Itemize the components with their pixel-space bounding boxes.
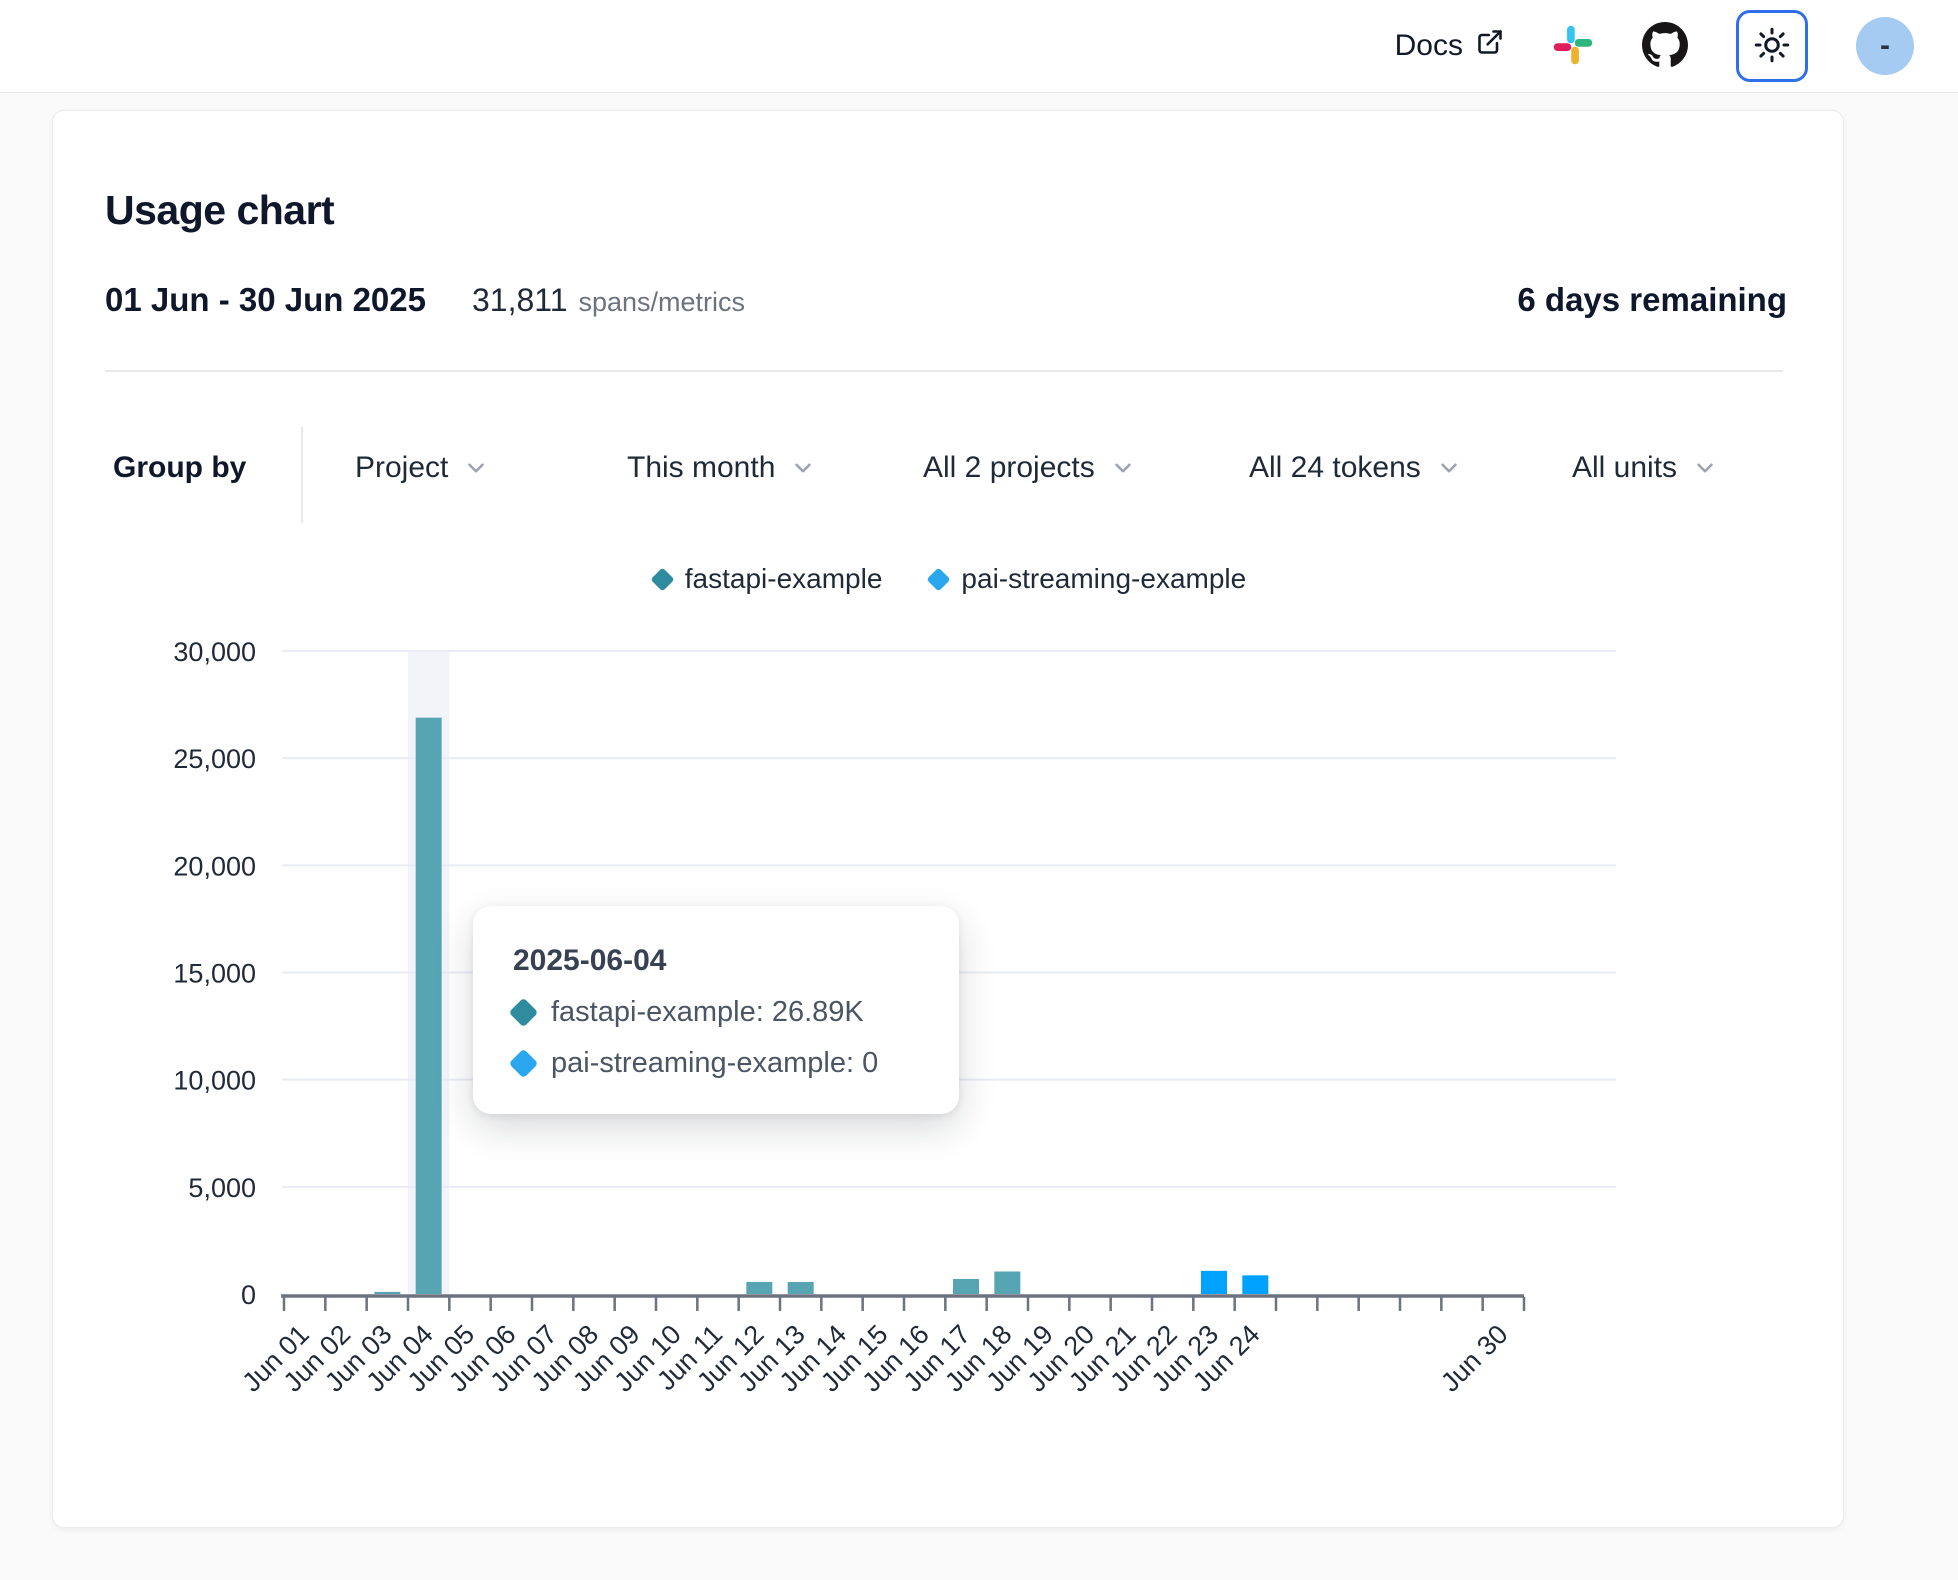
slack-icon bbox=[1552, 24, 1594, 69]
external-link-icon bbox=[1476, 28, 1504, 64]
docs-link-label: Docs bbox=[1395, 29, 1463, 63]
dropdown-units-value: All units bbox=[1572, 451, 1677, 485]
dropdown-time-range-value: This month bbox=[627, 451, 775, 485]
tooltip-row: pai-streaming-example: 0 bbox=[513, 1047, 919, 1080]
bar-jun-24-pai-streaming-example[interactable] bbox=[1242, 1275, 1268, 1294]
bar-jun-12-fastapi-example[interactable] bbox=[746, 1282, 772, 1294]
total-count: 31,811 bbox=[472, 282, 568, 319]
date-range: 01 Jun - 30 Jun 2025 bbox=[105, 281, 426, 319]
dropdown-projects-value: All 2 projects bbox=[923, 451, 1095, 485]
legend-label: pai-streaming-example bbox=[961, 563, 1246, 595]
chevron-down-icon bbox=[463, 455, 489, 481]
chevron-down-icon bbox=[1436, 455, 1462, 481]
section-divider bbox=[105, 370, 1783, 372]
tooltip-marker-icon bbox=[509, 998, 539, 1028]
y-axis-tick-label: 30,000 bbox=[173, 637, 256, 667]
dropdown-projects[interactable]: All 2 projects bbox=[923, 451, 1136, 485]
bar-jun-17-fastapi-example[interactable] bbox=[953, 1279, 979, 1294]
legend-item-fastapi-example[interactable]: fastapi-example bbox=[654, 563, 883, 595]
filter-divider bbox=[301, 427, 303, 523]
bar-jun-23-pai-streaming-example[interactable] bbox=[1201, 1271, 1227, 1294]
y-axis-tick-label: 10,000 bbox=[173, 1066, 256, 1096]
x-axis-tick-label: Jun 30 bbox=[1435, 1319, 1514, 1398]
theme-toggle-button[interactable] bbox=[1736, 10, 1808, 82]
legend-marker-icon bbox=[650, 567, 674, 591]
dropdown-tokens[interactable]: All 24 tokens bbox=[1249, 451, 1462, 485]
tooltip-row: fastapi-example: 26.89K bbox=[513, 996, 919, 1029]
github-button[interactable] bbox=[1642, 22, 1688, 71]
y-axis-tick-label: 0 bbox=[241, 1280, 256, 1310]
tooltip-date: 2025-06-04 bbox=[513, 944, 919, 978]
chart-legend: fastapi-example pai-streaming-example bbox=[284, 563, 1616, 595]
tooltip-row-text: fastapi-example: 26.89K bbox=[551, 996, 864, 1029]
y-axis-tick-label: 15,000 bbox=[173, 959, 256, 989]
chevron-down-icon bbox=[1692, 455, 1718, 481]
legend-label: fastapi-example bbox=[685, 563, 883, 595]
slack-button[interactable] bbox=[1552, 24, 1594, 69]
bar-jun-04-fastapi-example[interactable] bbox=[416, 718, 442, 1294]
usage-card: Usage chart 01 Jun - 30 Jun 2025 31,811 … bbox=[52, 110, 1844, 1528]
tooltip-row-text: pai-streaming-example: 0 bbox=[551, 1047, 878, 1080]
avatar-label: - bbox=[1880, 29, 1890, 63]
group-by-label: Group by bbox=[113, 451, 246, 485]
total-unit: spans/metrics bbox=[579, 287, 746, 318]
y-axis-tick-label: 5,000 bbox=[188, 1173, 256, 1203]
page-title: Usage chart bbox=[105, 187, 334, 234]
avatar[interactable]: - bbox=[1856, 17, 1914, 75]
chevron-down-icon bbox=[790, 455, 816, 481]
y-axis-tick-label: 25,000 bbox=[173, 744, 256, 774]
bar-jun-18-fastapi-example[interactable] bbox=[994, 1271, 1020, 1294]
chevron-down-icon bbox=[1110, 455, 1136, 481]
usage-meta-row: 01 Jun - 30 Jun 2025 31,811 spans/metric… bbox=[105, 281, 1787, 319]
chart-tooltip: 2025-06-04 fastapi-example: 26.89K pai-st… bbox=[473, 906, 959, 1114]
dropdown-tokens-value: All 24 tokens bbox=[1249, 451, 1421, 485]
top-nav-bar: Docs bbox=[0, 0, 1958, 93]
dropdown-group-by-field[interactable]: Project bbox=[355, 451, 489, 485]
bar-jun-03-fastapi-example[interactable] bbox=[374, 1292, 400, 1294]
days-remaining: 6 days remaining bbox=[1517, 281, 1787, 319]
legend-item-pai-streaming-example[interactable]: pai-streaming-example bbox=[930, 563, 1246, 595]
dropdown-group-by-field-value: Project bbox=[355, 451, 448, 485]
dropdown-units[interactable]: All units bbox=[1572, 451, 1718, 485]
github-icon bbox=[1642, 22, 1688, 71]
sun-icon bbox=[1754, 27, 1790, 66]
docs-link[interactable]: Docs bbox=[1395, 28, 1504, 64]
tooltip-marker-icon bbox=[509, 1049, 539, 1079]
legend-marker-icon bbox=[927, 567, 951, 591]
dropdown-time-range[interactable]: This month bbox=[627, 451, 816, 485]
bar-jun-13-fastapi-example[interactable] bbox=[788, 1282, 814, 1294]
y-axis-tick-label: 20,000 bbox=[173, 851, 256, 881]
